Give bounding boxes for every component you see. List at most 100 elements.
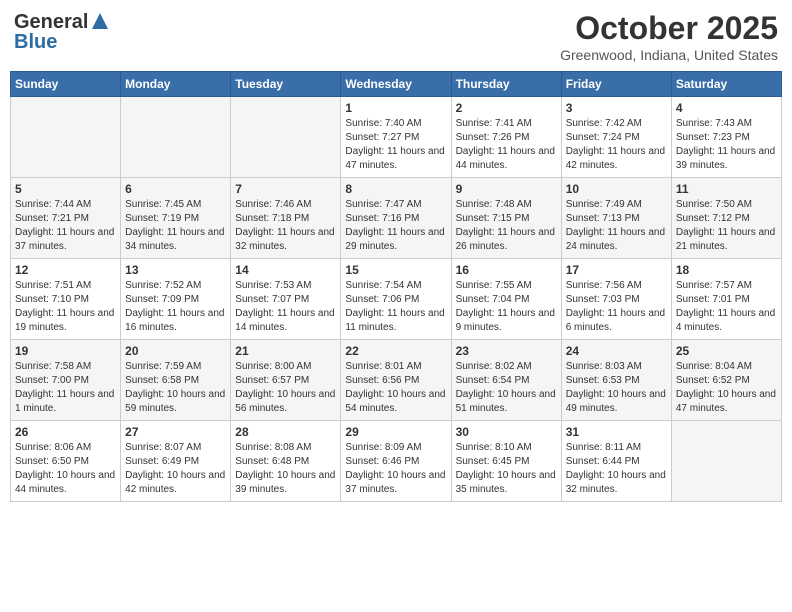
calendar-cell: 7 Sunrise: 7:46 AM Sunset: 7:18 PM Daylig…: [231, 178, 341, 259]
day-info: Sunrise: 8:02 AM Sunset: 6:54 PM Dayligh…: [456, 360, 557, 416]
calendar-cell: 17 Sunrise: 7:56 AM Sunset: 7:03 PM Dayli…: [561, 259, 671, 340]
day-info: Sunrise: 7:46 AM Sunset: 7:18 PM Dayligh…: [235, 198, 336, 254]
weekday-header-saturday: Saturday: [671, 72, 781, 97]
calendar-cell: 19 Sunrise: 7:58 AM Sunset: 7:00 PM Dayli…: [11, 340, 121, 421]
day-number: 11: [676, 182, 777, 196]
day-info: Sunrise: 8:09 AM Sunset: 6:46 PM Dayligh…: [345, 441, 446, 497]
day-number: 29: [345, 425, 446, 439]
calendar-cell: 30Sunrise: 8:10 AM Sunset: 6:45 PM Dayli…: [451, 421, 561, 502]
day-info: Sunrise: 7:40 AM Sunset: 7:27 PM Dayligh…: [345, 117, 446, 173]
day-number: 4: [676, 101, 777, 115]
day-info: Sunrise: 8:04 AM Sunset: 6:52 PM Dayligh…: [676, 360, 777, 416]
day-info: Sunrise: 7:59 AM Sunset: 6:58 PM Dayligh…: [125, 360, 226, 416]
day-number: 7: [235, 182, 336, 196]
day-info: Sunrise: 7:43 AM Sunset: 7:23 PM Dayligh…: [676, 117, 777, 173]
day-info: Sunrise: 7:47 AM Sunset: 7:16 PM Dayligh…: [345, 198, 446, 254]
calendar-cell: 24 Sunrise: 8:03 AM Sunset: 6:53 PM Dayli…: [561, 340, 671, 421]
day-info: Sunrise: 8:03 AM Sunset: 6:53 PM Dayligh…: [566, 360, 667, 416]
day-info: Sunrise: 8:07 AM Sunset: 6:49 PM Dayligh…: [125, 441, 226, 497]
day-number: 5: [15, 182, 116, 196]
day-info: Sunrise: 7:54 AM Sunset: 7:06 PM Dayligh…: [345, 279, 446, 335]
calendar-cell: 29 Sunrise: 8:09 AM Sunset: 6:46 PM Dayli…: [341, 421, 451, 502]
day-number: 14: [235, 263, 336, 277]
calendar-cell: 22 Sunrise: 8:01 AM Sunset: 6:56 PM Dayli…: [341, 340, 451, 421]
day-info: Sunrise: 7:42 AM Sunset: 7:24 PM Dayligh…: [566, 117, 667, 173]
day-info: Sunrise: 7:45 AM Sunset: 7:19 PM Dayligh…: [125, 198, 226, 254]
page-header: General Blue October 2025 Greenwood, Ind…: [10, 10, 782, 63]
day-number: 3: [566, 101, 667, 115]
day-number: 24: [566, 344, 667, 358]
day-info: Sunrise: 7:48 AM Sunset: 7:15 PM Dayligh…: [456, 198, 557, 254]
calendar-cell: 31 Sunrise: 8:11 AM Sunset: 6:44 PM Dayli…: [561, 421, 671, 502]
calendar-cell: [231, 97, 341, 178]
day-number: 31: [566, 425, 667, 439]
weekday-header-friday: Friday: [561, 72, 671, 97]
calendar-week-1: 1 Sunrise: 7:40 AM Sunset: 7:27 PM Daylig…: [11, 97, 782, 178]
calendar-cell: 26 Sunrise: 8:06 AM Sunset: 6:50 PM Dayli…: [11, 421, 121, 502]
calendar-cell: 1 Sunrise: 7:40 AM Sunset: 7:27 PM Daylig…: [341, 97, 451, 178]
calendar-cell: 5 Sunrise: 7:44 AM Sunset: 7:21 PM Daylig…: [11, 178, 121, 259]
day-number: 16: [456, 263, 557, 277]
location: Greenwood, Indiana, United States: [560, 47, 778, 63]
day-info: Sunrise: 8:00 AM Sunset: 6:57 PM Dayligh…: [235, 360, 336, 416]
weekday-header-monday: Monday: [121, 72, 231, 97]
day-number: 25: [676, 344, 777, 358]
calendar-cell: 4 Sunrise: 7:43 AM Sunset: 7:23 PM Daylig…: [671, 97, 781, 178]
calendar-cell: 6Sunrise: 7:45 AM Sunset: 7:19 PM Daylig…: [121, 178, 231, 259]
day-info: Sunrise: 8:10 AM Sunset: 6:45 PM Dayligh…: [456, 441, 557, 497]
day-info: Sunrise: 7:55 AM Sunset: 7:04 PM Dayligh…: [456, 279, 557, 335]
calendar-cell: 2 Sunrise: 7:41 AM Sunset: 7:26 PM Daylig…: [451, 97, 561, 178]
day-number: 22: [345, 344, 446, 358]
day-info: Sunrise: 7:41 AM Sunset: 7:26 PM Dayligh…: [456, 117, 557, 173]
calendar-cell: 18 Sunrise: 7:57 AM Sunset: 7:01 PM Dayli…: [671, 259, 781, 340]
day-number: 8: [345, 182, 446, 196]
calendar-week-5: 26 Sunrise: 8:06 AM Sunset: 6:50 PM Dayli…: [11, 421, 782, 502]
calendar-cell: [11, 97, 121, 178]
day-number: 26: [15, 425, 116, 439]
logo-triangle-icon: [91, 12, 109, 35]
weekday-header-row: SundayMondayTuesdayWednesdayThursdayFrid…: [11, 72, 782, 97]
day-number: 27: [125, 425, 226, 439]
day-info: Sunrise: 7:56 AM Sunset: 7:03 PM Dayligh…: [566, 279, 667, 335]
day-info: Sunrise: 8:01 AM Sunset: 6:56 PM Dayligh…: [345, 360, 446, 416]
calendar-cell: 11Sunrise: 7:50 AM Sunset: 7:12 PM Dayli…: [671, 178, 781, 259]
day-info: Sunrise: 8:11 AM Sunset: 6:44 PM Dayligh…: [566, 441, 667, 497]
calendar-week-4: 19 Sunrise: 7:58 AM Sunset: 7:00 PM Dayli…: [11, 340, 782, 421]
logo: General Blue: [14, 10, 109, 54]
day-number: 17: [566, 263, 667, 277]
day-info: Sunrise: 7:57 AM Sunset: 7:01 PM Dayligh…: [676, 279, 777, 335]
day-info: Sunrise: 7:52 AM Sunset: 7:09 PM Dayligh…: [125, 279, 226, 335]
weekday-header-sunday: Sunday: [11, 72, 121, 97]
calendar-cell: 25 Sunrise: 8:04 AM Sunset: 6:52 PM Dayli…: [671, 340, 781, 421]
day-info: Sunrise: 8:06 AM Sunset: 6:50 PM Dayligh…: [15, 441, 116, 497]
calendar-cell: 15 Sunrise: 7:54 AM Sunset: 7:06 PM Dayli…: [341, 259, 451, 340]
day-info: Sunrise: 7:53 AM Sunset: 7:07 PM Dayligh…: [235, 279, 336, 335]
calendar-cell: 20Sunrise: 7:59 AM Sunset: 6:58 PM Dayli…: [121, 340, 231, 421]
calendar-cell: 27 Sunrise: 8:07 AM Sunset: 6:49 PM Dayli…: [121, 421, 231, 502]
day-number: 28: [235, 425, 336, 439]
weekday-header-wednesday: Wednesday: [341, 72, 451, 97]
title-block: October 2025 Greenwood, Indiana, United …: [560, 10, 778, 63]
weekday-header-tuesday: Tuesday: [231, 72, 341, 97]
day-info: Sunrise: 7:58 AM Sunset: 7:00 PM Dayligh…: [15, 360, 116, 416]
calendar-cell: 3 Sunrise: 7:42 AM Sunset: 7:24 PM Daylig…: [561, 97, 671, 178]
logo-blue-text: Blue: [14, 31, 57, 54]
day-number: 18: [676, 263, 777, 277]
day-number: 21: [235, 344, 336, 358]
day-info: Sunrise: 7:51 AM Sunset: 7:10 PM Dayligh…: [15, 279, 116, 335]
calendar-week-2: 5 Sunrise: 7:44 AM Sunset: 7:21 PM Daylig…: [11, 178, 782, 259]
day-number: 9: [456, 182, 557, 196]
day-info: Sunrise: 7:44 AM Sunset: 7:21 PM Dayligh…: [15, 198, 116, 254]
calendar-table: SundayMondayTuesdayWednesdayThursdayFrid…: [10, 71, 782, 502]
day-info: Sunrise: 8:08 AM Sunset: 6:48 PM Dayligh…: [235, 441, 336, 497]
day-number: 15: [345, 263, 446, 277]
day-number: 1: [345, 101, 446, 115]
day-info: Sunrise: 7:49 AM Sunset: 7:13 PM Dayligh…: [566, 198, 667, 254]
day-number: 23: [456, 344, 557, 358]
day-number: 10: [566, 182, 667, 196]
month-title: October 2025: [560, 10, 778, 47]
day-number: 2: [456, 101, 557, 115]
calendar-cell: 12Sunrise: 7:51 AM Sunset: 7:10 PM Dayli…: [11, 259, 121, 340]
calendar-week-3: 12Sunrise: 7:51 AM Sunset: 7:10 PM Dayli…: [11, 259, 782, 340]
day-number: 19: [15, 344, 116, 358]
